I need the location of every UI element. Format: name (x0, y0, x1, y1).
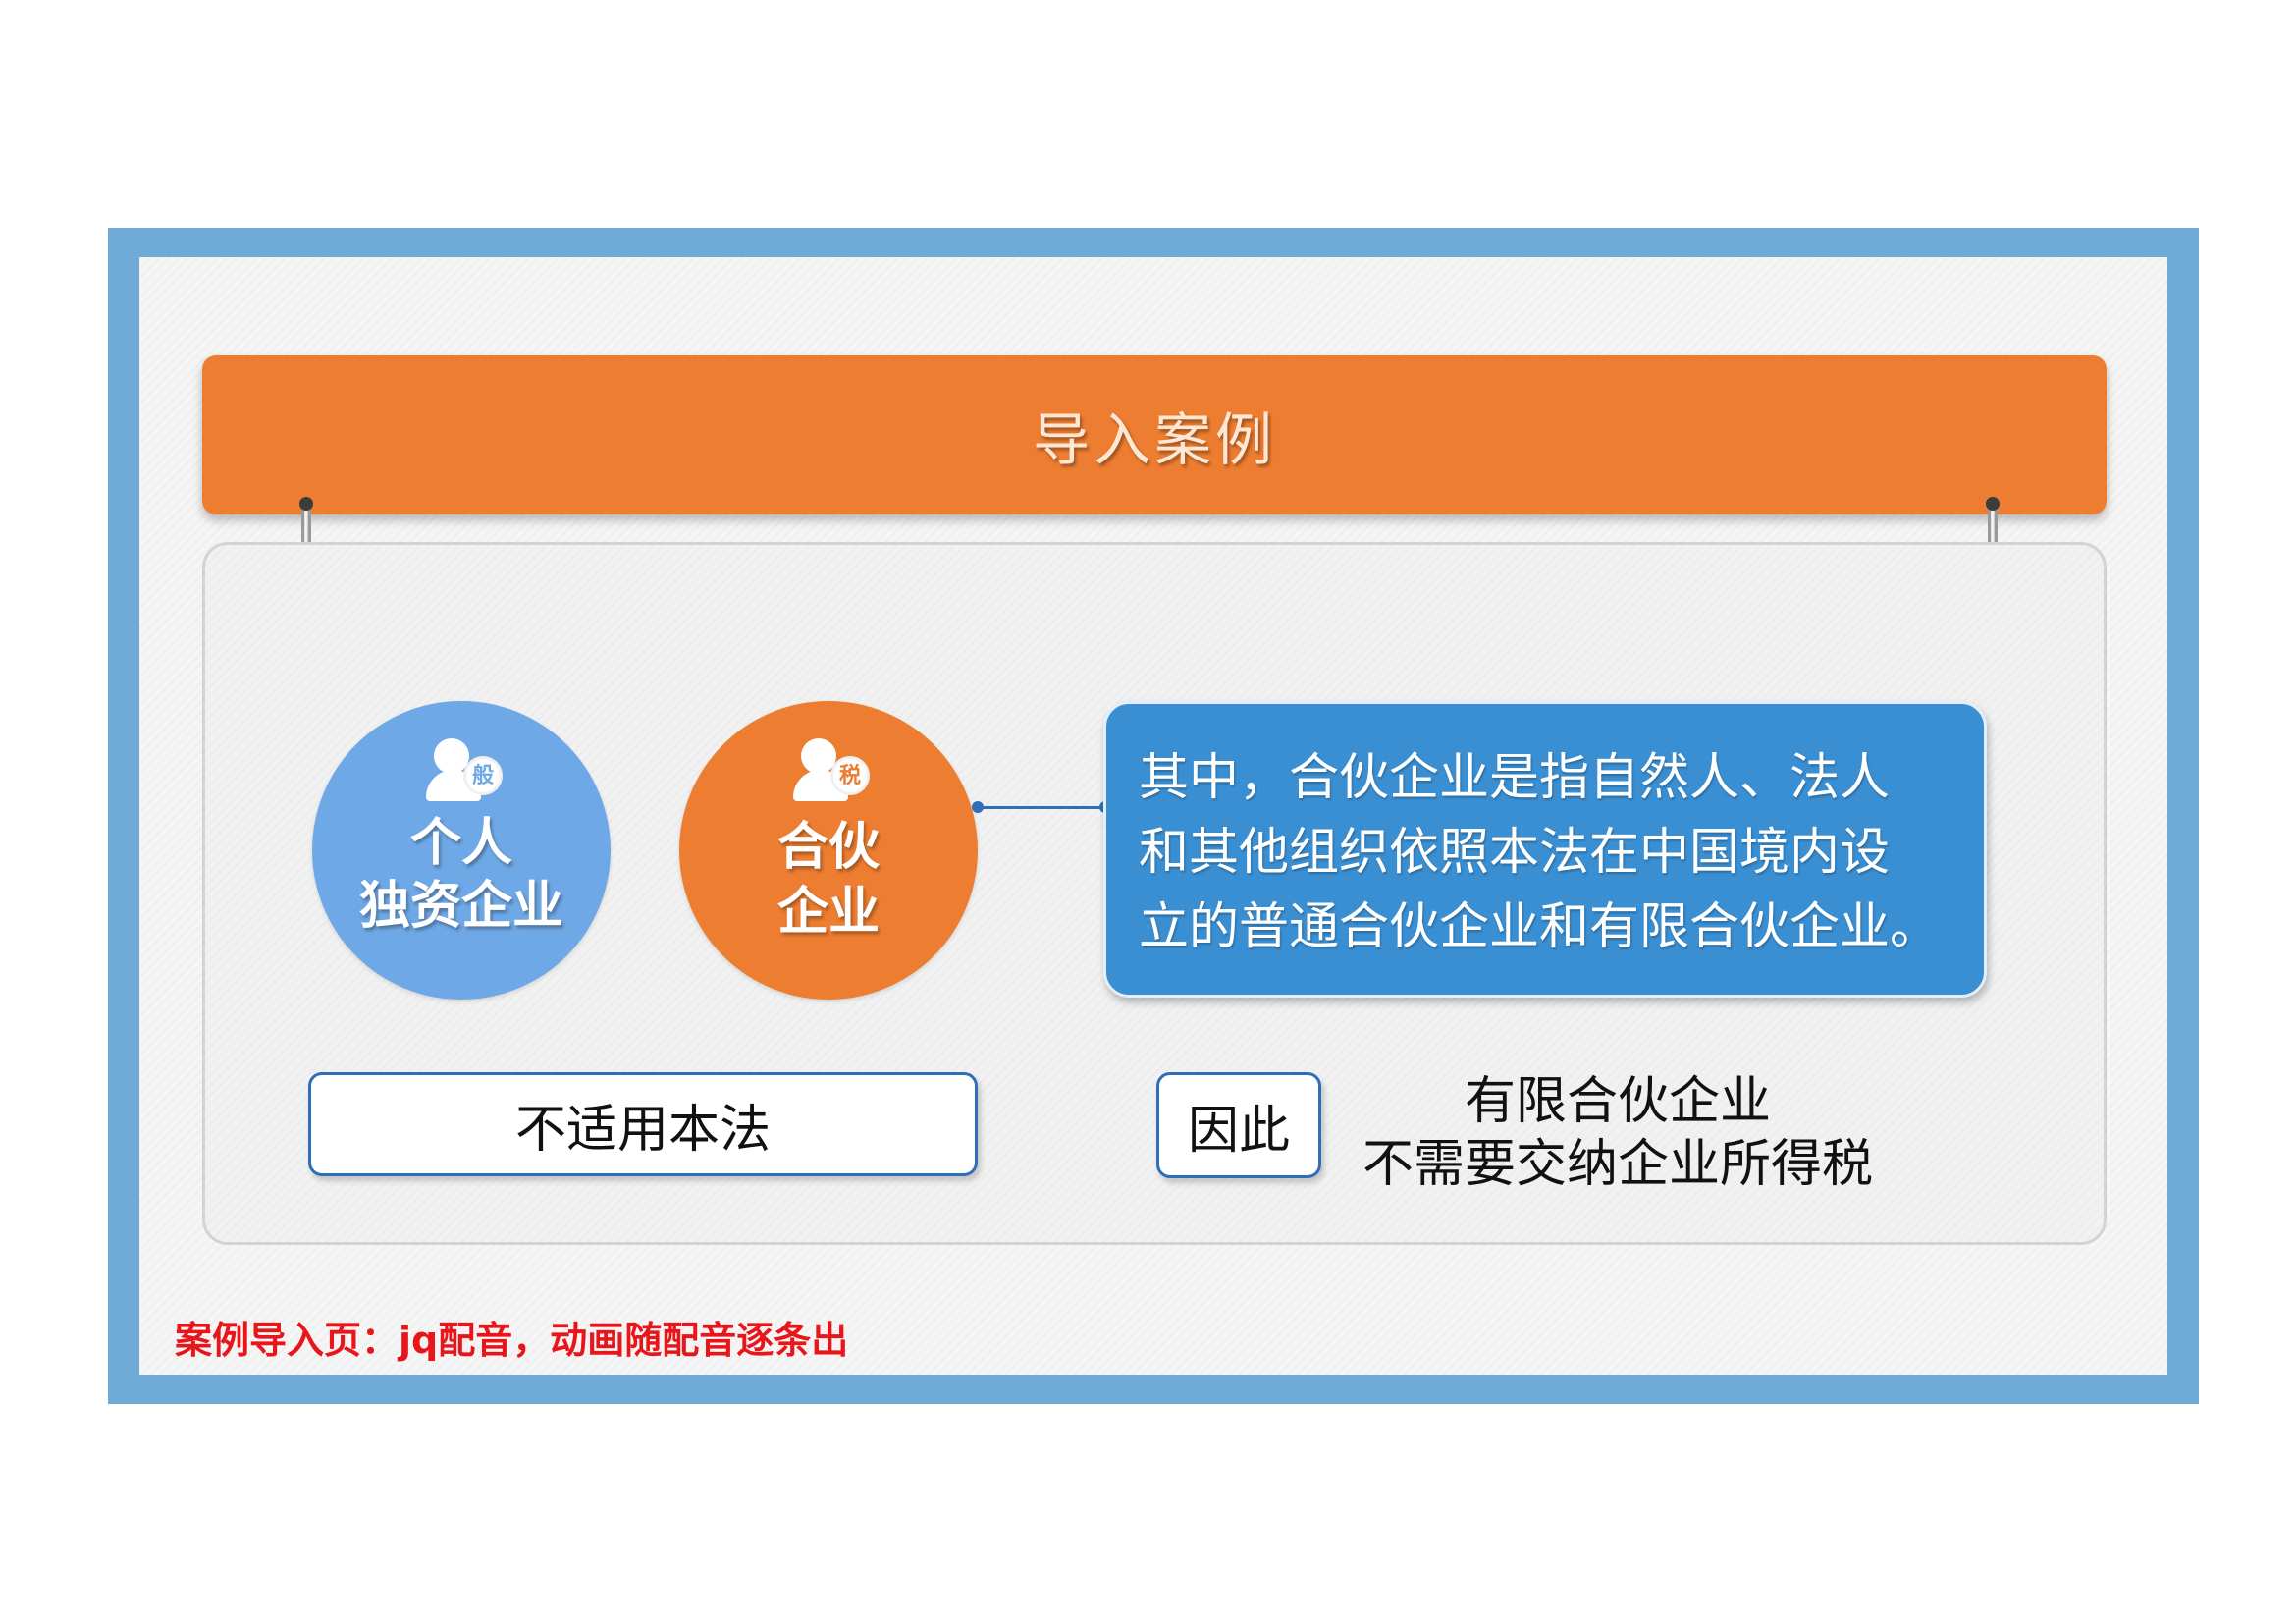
definition-line-1: 其中，合伙企业是指自然人、法人 (1139, 749, 1891, 807)
title-banner: 导入案例 (202, 355, 2107, 514)
conclusion-line-2: 不需要交纳企业所得税 (1362, 1135, 1873, 1194)
conclusion-line-1: 有限合伙企业 (1464, 1072, 1771, 1131)
sole-proprietorship-circle: 般 个人 独资企业 (312, 701, 611, 1000)
slide-title: 导入案例 (1032, 406, 1276, 473)
slide: 导入案例 般 个人 独资企业 税 合伙 企业 其中，合伙企业是指自然人、法人 和… (139, 257, 2167, 1375)
circle-label-line1: 个人 (409, 814, 512, 873)
circle-label-line1: 合伙 (776, 818, 880, 877)
therefore-box: 因此 (1156, 1072, 1321, 1178)
connector-dot-left (972, 801, 984, 813)
partnership-circle: 税 合伙 企业 (679, 701, 978, 1000)
therefore-label: 因此 (1187, 1101, 1290, 1161)
user-badge-icon: 税 (793, 738, 872, 807)
definition-box: 其中，合伙企业是指自然人、法人 和其他组织依照本法在中国境内设 立的普通合伙企业… (1103, 701, 1987, 998)
definition-line-2: 和其他组织依照本法在中国境内设 (1139, 824, 1891, 882)
connector-line (978, 806, 1105, 809)
not-applicable-label: 不适用本法 (514, 1100, 771, 1160)
slide-frame: 导入案例 般 个人 独资企业 税 合伙 企业 其中，合伙企业是指自然人、法人 和… (108, 228, 2199, 1404)
conclusion-text: 有限合伙企业 不需要交纳企业所得税 (1343, 1070, 1893, 1196)
circle-label-line2: 企业 (776, 883, 880, 942)
definition-line-3: 立的普通合伙企业和有限合伙企业。 (1139, 898, 1941, 956)
not-applicable-box: 不适用本法 (308, 1072, 978, 1176)
circle-label-line2: 独资企业 (358, 877, 563, 936)
user-badge-icon: 般 (426, 738, 505, 807)
presenter-note: 案例导入页：jq配音，动画随配音逐条出 (175, 1319, 849, 1362)
